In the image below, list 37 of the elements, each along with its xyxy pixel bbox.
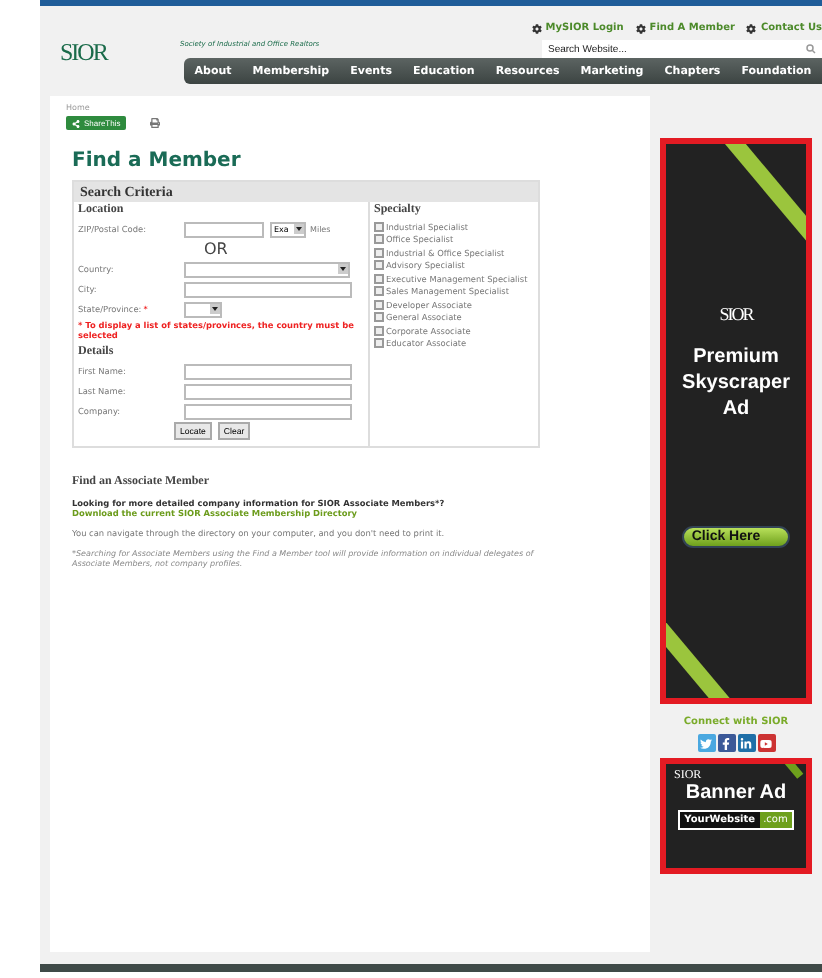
- caret-icon: [338, 264, 348, 274]
- or-label: OR: [204, 240, 230, 258]
- checkbox[interactable]: [374, 312, 384, 323]
- input-field[interactable]: [184, 383, 352, 399]
- linkedin-icon[interactable]: [737, 734, 755, 752]
- facebook-icon[interactable]: [717, 734, 735, 752]
- checkbox[interactable]: [374, 325, 384, 336]
- youtube-icon[interactable]: [757, 734, 775, 752]
- input-field[interactable]: [184, 403, 352, 419]
- checkbox[interactable]: [374, 338, 384, 349]
- share-icon: [72, 119, 80, 127]
- checkbox[interactable]: [374, 273, 384, 284]
- input-field[interactable]: [184, 363, 352, 379]
- checkbox[interactable]: [374, 221, 384, 232]
- print-icon[interactable]: [150, 118, 161, 128]
- caret-icon: [294, 224, 304, 234]
- country-select[interactable]: [184, 261, 350, 277]
- ad-text: Banner Ad: [685, 782, 787, 804]
- ad-text: Ad: [722, 396, 750, 422]
- checkbox[interactable]: [374, 260, 384, 271]
- input-field[interactable]: [184, 281, 352, 297]
- ad-text: Premium: [693, 344, 779, 370]
- input-field[interactable]: [184, 221, 264, 237]
- checkbox[interactable]: [374, 299, 384, 310]
- checkbox[interactable]: [374, 247, 384, 258]
- ad-text: Skyscraper: [682, 370, 790, 396]
- ad-logo: SIOR: [719, 304, 753, 324]
- state-select[interactable]: [184, 301, 222, 317]
- checkbox[interactable]: [374, 286, 384, 297]
- gear-icon: [635, 23, 646, 33]
- gear-icon: [531, 23, 542, 33]
- page-title: Find a Member: [72, 150, 243, 172]
- search-icon[interactable]: [806, 44, 816, 54]
- checkbox[interactable]: [374, 234, 384, 245]
- caret-icon: [210, 304, 220, 314]
- logo[interactable]: SIOR: [60, 37, 107, 67]
- gear-icon: [746, 23, 757, 33]
